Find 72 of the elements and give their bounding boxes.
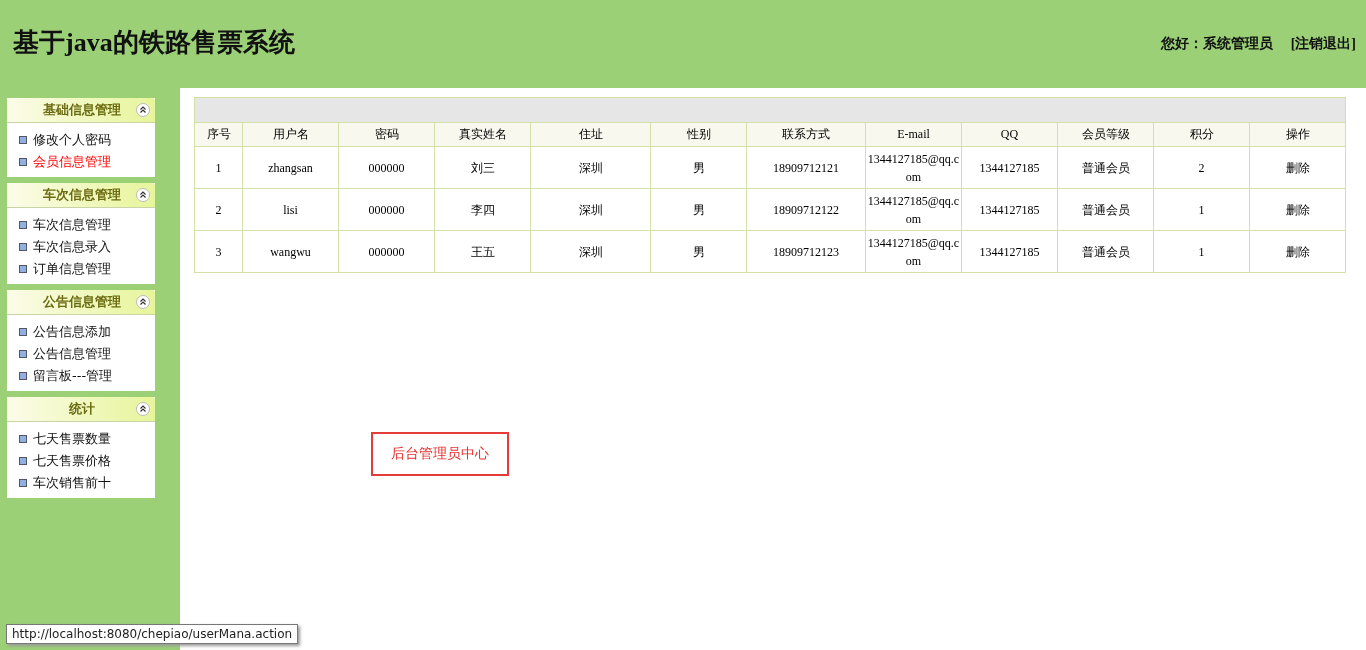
- logout-link[interactable]: [注销退出]: [1290, 35, 1356, 53]
- status-url: http://localhost:8080/chepiao/userMana.action: [6, 624, 299, 644]
- table-cell: 1344127185: [961, 188, 1058, 231]
- menu-item[interactable]: 公告信息添加: [19, 321, 155, 343]
- table-cell: 1: [1153, 230, 1250, 273]
- menu-item[interactable]: 订单信息管理: [19, 258, 155, 280]
- menu-item[interactable]: 留言板---管理: [19, 365, 155, 387]
- table-cell: 000000: [338, 146, 435, 189]
- menu-item[interactable]: 修改个人密码: [19, 129, 155, 151]
- delete-link[interactable]: 删除: [1249, 188, 1346, 231]
- greeting-text: 您好：系统管理员: [1160, 35, 1273, 53]
- table-cell: 1: [1153, 188, 1250, 231]
- collapse-icon[interactable]: [136, 103, 150, 117]
- table-cell: 000000: [338, 188, 435, 231]
- table-cell: 1344127185@qq.com: [865, 230, 962, 273]
- table-cell: 18909712122: [746, 188, 866, 231]
- table-cell: 1344127185: [961, 146, 1058, 189]
- collapse-icon[interactable]: [136, 188, 150, 202]
- table-cell: 普通会员: [1057, 230, 1154, 273]
- column-header: 积分: [1153, 122, 1250, 147]
- column-header: 用户名: [242, 122, 339, 147]
- column-header: E-mail: [865, 122, 962, 147]
- table-cell: 000000: [338, 230, 435, 273]
- column-header: QQ: [961, 122, 1058, 147]
- column-header: 操作: [1249, 122, 1346, 147]
- table-cell: zhangsan: [242, 146, 339, 189]
- table-cell: 王五: [434, 230, 531, 273]
- menu-group-header[interactable]: 基础信息管理: [7, 98, 155, 123]
- table-cell: 普通会员: [1057, 146, 1154, 189]
- table-cell: 深圳: [530, 146, 651, 189]
- table-cell: 3: [194, 230, 243, 273]
- column-header: 序号: [194, 122, 243, 147]
- table-cell: 李四: [434, 188, 531, 231]
- menu-item[interactable]: 会员信息管理: [19, 151, 155, 173]
- column-header: 联系方式: [746, 122, 866, 147]
- table-cell: 2: [194, 188, 243, 231]
- menu-group-header[interactable]: 车次信息管理: [7, 183, 155, 208]
- menu-item[interactable]: 七天售票数量: [19, 428, 155, 450]
- site-title: 基于java的铁路售票系统: [13, 27, 295, 59]
- admin-center-label: 后台管理员中心: [371, 432, 509, 476]
- column-header: 真实姓名: [434, 122, 531, 147]
- table-cell: 1: [194, 146, 243, 189]
- menu-group-header[interactable]: 公告信息管理: [7, 290, 155, 315]
- table-cell: 18909712121: [746, 146, 866, 189]
- delete-link[interactable]: 删除: [1249, 146, 1346, 189]
- table-cell: 2: [1153, 146, 1250, 189]
- column-header: 性别: [650, 122, 747, 147]
- table-cell: lisi: [242, 188, 339, 231]
- menu-item[interactable]: 车次销售前十: [19, 472, 155, 494]
- table-cell: 18909712123: [746, 230, 866, 273]
- column-header: 会员等级: [1057, 122, 1154, 147]
- table-cell: 男: [650, 146, 747, 189]
- menu-item[interactable]: 车次信息录入: [19, 236, 155, 258]
- table-cell: 刘三: [434, 146, 531, 189]
- menu-group-header[interactable]: 统计: [7, 397, 155, 422]
- menu-item[interactable]: 公告信息管理: [19, 343, 155, 365]
- table-cell: 普通会员: [1057, 188, 1154, 231]
- table-cell: 男: [650, 188, 747, 231]
- table-cell: wangwu: [242, 230, 339, 273]
- collapse-icon[interactable]: [136, 402, 150, 416]
- table-cell: 深圳: [530, 230, 651, 273]
- table-cell: 深圳: [530, 188, 651, 231]
- table-cell: 1344127185: [961, 230, 1058, 273]
- collapse-icon[interactable]: [136, 295, 150, 309]
- delete-link[interactable]: 删除: [1249, 230, 1346, 273]
- column-header: 住址: [530, 122, 651, 147]
- table-cell: 男: [650, 230, 747, 273]
- table-cell: 1344127185@qq.com: [865, 188, 962, 231]
- menu-item[interactable]: 车次信息管理: [19, 214, 155, 236]
- menu-item[interactable]: 七天售票价格: [19, 450, 155, 472]
- column-header: 密码: [338, 122, 435, 147]
- table-cell: 1344127185@qq.com: [865, 146, 962, 189]
